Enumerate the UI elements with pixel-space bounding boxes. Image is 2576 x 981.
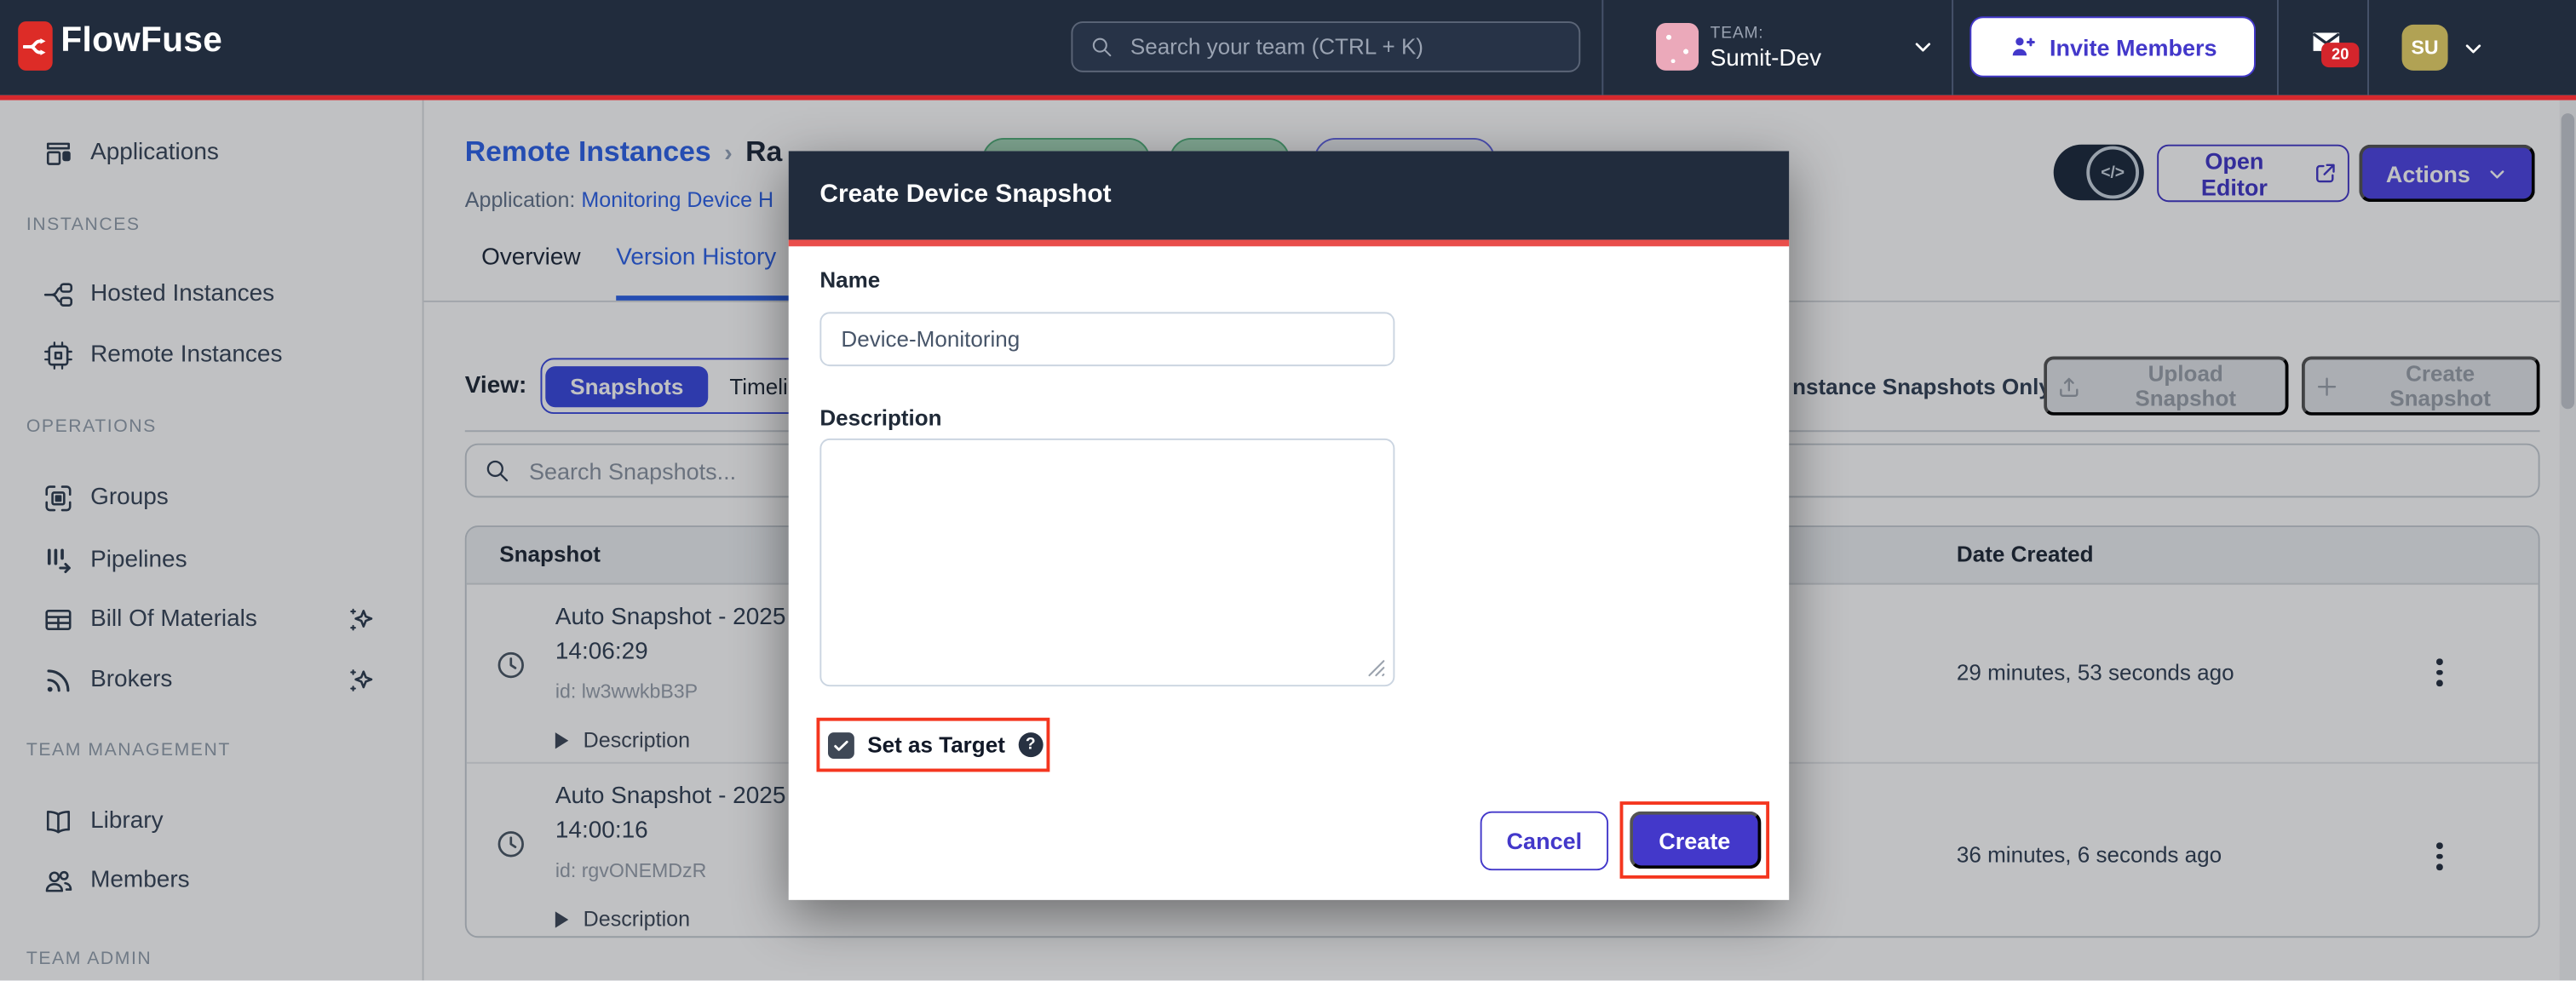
navbar-red-accent-line <box>0 95 2576 101</box>
team-chevron-down-icon[interactable] <box>1911 36 1935 57</box>
top-navbar: FlowFuse TEAM: Sumit-Dev Invite Members … <box>0 0 2576 95</box>
set-as-target-checkbox[interactable] <box>828 731 854 758</box>
brand-title: FlowFuse <box>60 21 222 60</box>
set-as-target-annotation-box: Set as Target ? <box>816 718 1049 772</box>
navbar-divider <box>2277 0 2279 95</box>
notification-count-badge: 20 <box>2321 43 2359 67</box>
set-as-target-label: Set as Target <box>867 732 1005 757</box>
navbar-divider <box>2367 0 2369 95</box>
help-icon[interactable]: ? <box>1018 732 1043 757</box>
search-icon <box>1090 34 1114 59</box>
modal-title: Create Device Snapshot <box>819 181 1111 210</box>
snapshot-name-input[interactable] <box>819 312 1394 366</box>
resize-handle-icon[interactable] <box>1364 655 1387 678</box>
team-avatar[interactable] <box>1656 23 1699 71</box>
flowfuse-logo-icon[interactable] <box>18 21 52 71</box>
create-annotation-box: Create <box>1620 801 1769 879</box>
navbar-divider <box>1601 0 1603 95</box>
create-button[interactable]: Create <box>1629 812 1760 869</box>
person-plus-icon <box>2009 33 2037 61</box>
snapshot-description-textarea[interactable] <box>819 439 1394 686</box>
team-search-box[interactable] <box>1071 21 1580 72</box>
description-label: Description <box>819 405 941 430</box>
check-icon <box>831 735 851 754</box>
navbar-divider <box>1952 0 1953 95</box>
create-device-snapshot-modal: Create Device Snapshot Name Description … <box>789 151 1789 899</box>
user-menu-chevron-down-icon[interactable] <box>2461 37 2486 59</box>
team-label: TEAM: <box>1711 25 1764 43</box>
invite-members-button[interactable]: Invite Members <box>1969 16 2256 77</box>
user-avatar[interactable]: SU <box>2402 25 2448 71</box>
modal-header: Create Device Snapshot <box>789 151 1789 239</box>
team-name[interactable]: Sumit-Dev <box>1711 46 1822 72</box>
name-label: Name <box>819 267 880 292</box>
modal-red-accent-bar <box>789 240 1789 247</box>
flowfuse-app: FlowFuse TEAM: Sumit-Dev Invite Members … <box>0 0 2576 981</box>
cancel-button[interactable]: Cancel <box>1481 812 1608 870</box>
team-search-input[interactable] <box>1127 33 1544 61</box>
